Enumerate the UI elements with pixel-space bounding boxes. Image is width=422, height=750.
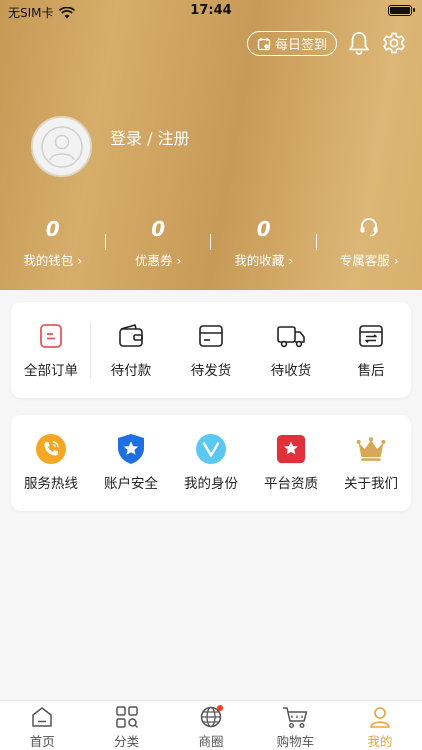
services-card: 服务热线 账户安全 我的身份 平台资质 关于我们 xyxy=(11,415,411,511)
stat-label: 优惠券 › xyxy=(135,253,182,268)
notification-dot xyxy=(217,705,224,711)
tab-mine[interactable]: 我的 xyxy=(338,701,422,750)
tab-home[interactable]: 首页 xyxy=(0,701,84,750)
tab-label: 我的 xyxy=(367,734,393,749)
about-us-button[interactable]: 关于我们 xyxy=(331,415,411,511)
after-sales-icon xyxy=(359,325,383,347)
stat-customer-service[interactable]: 专属客服 › xyxy=(317,212,422,272)
service-hotline-button[interactable]: 服务热线 xyxy=(11,415,91,511)
default-avatar-icon xyxy=(40,125,83,168)
orders-card: 全部订单 待付款 待发货 待收货 售后 xyxy=(11,302,411,398)
bottom-tab-bar: 首页 分类 商圈 购物车 我的 xyxy=(0,700,422,750)
cell-label: 服务热线 xyxy=(24,476,78,492)
tab-category[interactable]: 分类 xyxy=(84,701,168,750)
tab-label: 首页 xyxy=(29,734,55,749)
cell-label: 待付款 xyxy=(110,363,152,379)
bell-icon[interactable] xyxy=(346,30,372,56)
status-bar: 无SIM卡 17:44 xyxy=(0,0,422,22)
box-icon xyxy=(199,325,223,347)
tab-business-circle[interactable]: 商圈 xyxy=(169,701,253,750)
category-icon xyxy=(115,706,138,729)
checkin-label: 每日签到 xyxy=(274,38,327,53)
battery-icon xyxy=(388,5,415,16)
certificate-icon xyxy=(276,434,306,464)
stat-label: 我的钱包 › xyxy=(23,253,83,268)
tab-label: 分类 xyxy=(114,734,140,749)
cell-label: 售后 xyxy=(357,363,385,379)
my-identity-button[interactable]: 我的身份 xyxy=(171,415,251,511)
pending-payment-button[interactable]: 待付款 xyxy=(91,302,171,398)
truck-icon xyxy=(277,326,305,348)
wallet-icon xyxy=(119,324,143,347)
all-orders-icon xyxy=(40,324,62,348)
tab-label: 商圈 xyxy=(198,734,224,749)
all-orders-button[interactable]: 全部订单 xyxy=(11,302,91,398)
cell-label: 账户安全 xyxy=(104,476,158,492)
tab-cart[interactable]: 购物车 xyxy=(253,701,337,750)
platform-qualification-button[interactable]: 平台资质 xyxy=(251,415,331,511)
pending-shipment-button[interactable]: 待发货 xyxy=(171,302,251,398)
after-sales-button[interactable]: 售后 xyxy=(331,302,411,398)
stat-coupons[interactable]: 0 优惠券 › xyxy=(106,212,211,272)
profile-header: 无SIM卡 17:44 每日签到 登录 / 注册 0 我的钱包 › 0 优惠券 … xyxy=(0,0,422,290)
shield-star-icon xyxy=(118,434,144,464)
cell-label: 平台资质 xyxy=(264,476,318,492)
gear-icon[interactable] xyxy=(381,30,407,56)
stat-value: 0 xyxy=(45,217,60,241)
cell-label: 待发货 xyxy=(190,363,232,379)
user-icon xyxy=(370,707,390,728)
cart-icon xyxy=(283,707,308,729)
stats-row: 0 我的钱包 › 0 优惠券 › 0 我的收藏 › 专属客服 › xyxy=(0,212,422,272)
tab-label: 购物车 xyxy=(276,734,315,749)
daily-checkin-button[interactable]: 每日签到 xyxy=(247,31,337,56)
stat-wallet[interactable]: 0 我的钱包 › xyxy=(0,212,106,272)
cell-label: 待收货 xyxy=(270,363,312,379)
stat-value: 0 xyxy=(151,217,166,241)
stat-value: 0 xyxy=(256,217,271,241)
login-register-link[interactable]: 登录 / 注册 xyxy=(110,125,190,149)
account-security-button[interactable]: 账户安全 xyxy=(91,415,171,511)
clock: 17:44 xyxy=(190,3,232,18)
stat-favorites[interactable]: 0 我的收藏 › xyxy=(211,212,317,272)
home-icon xyxy=(32,707,52,727)
cell-label: 关于我们 xyxy=(344,476,398,492)
crown-icon xyxy=(356,437,386,461)
calendar-icon xyxy=(257,37,271,50)
phone-icon xyxy=(36,434,66,464)
avatar[interactable] xyxy=(31,116,92,177)
cell-label: 全部订单 xyxy=(24,363,78,379)
stat-label: 专属客服 › xyxy=(339,253,399,268)
pending-receipt-button[interactable]: 待收货 xyxy=(251,302,331,398)
vip-v-icon xyxy=(196,434,226,464)
headset-icon xyxy=(360,218,378,237)
cell-label: 我的身份 xyxy=(184,476,238,492)
stat-label: 我的收藏 › xyxy=(234,253,294,268)
